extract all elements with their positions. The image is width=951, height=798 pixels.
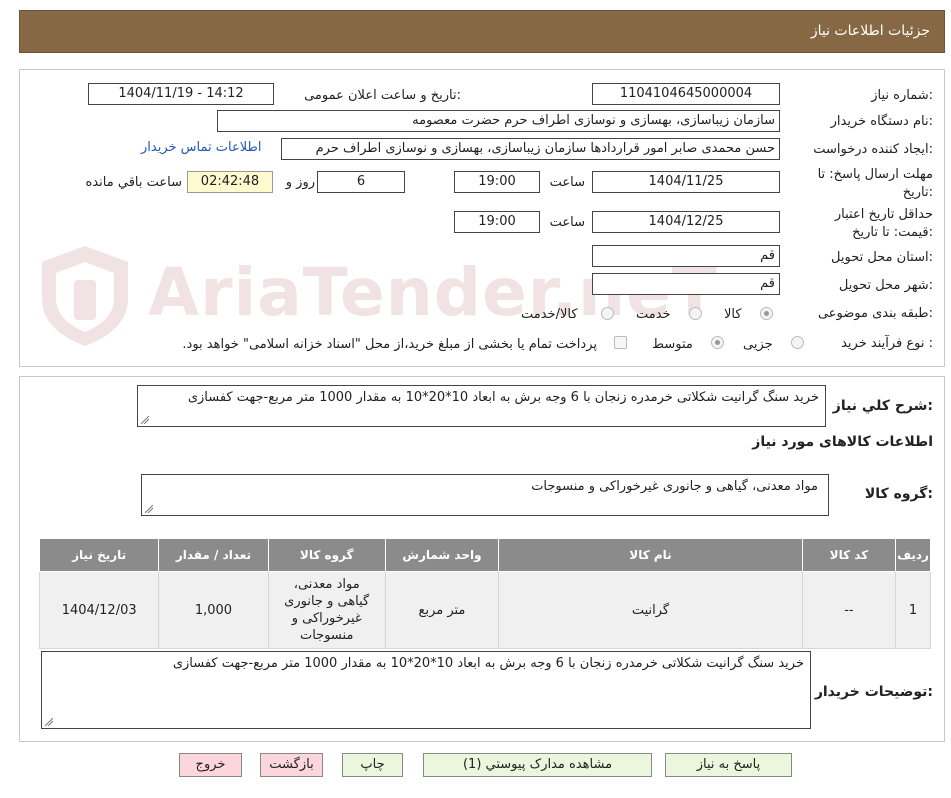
process-option-medium: متوسط (652, 337, 693, 352)
days-field: 6 (317, 171, 405, 193)
deadline-time-field: 19:00 (454, 171, 540, 193)
province-label: استان محل تحویل: (831, 250, 933, 265)
need-number-label: شماره نیاز: (871, 88, 933, 103)
remaining-time-field: 02:42:48 (187, 171, 273, 193)
goods-table: ردیف کد کالا نام کالا واحد شمارش گروه کا… (38, 538, 931, 649)
process-label: نوع فرآیند خرید : (841, 336, 933, 351)
summary-field (838, 384, 850, 388)
city-label: شهر محل تحویل: (838, 278, 933, 293)
col-name: نام کالا (498, 538, 803, 572)
resize-grip-icon[interactable] (145, 505, 153, 513)
validity-time-label: ساعت (549, 215, 585, 230)
table-row: 1 -- گرانیت متر مربع مواد معدنی، گیاهی و… (38, 571, 931, 649)
validity-time-field: 19:00 (454, 211, 540, 233)
remaining-label: ساعت باقي مانده (85, 175, 182, 190)
page-header: جزئیات اطلاعات نیاز (19, 10, 945, 53)
buyer-org-field: سازمان زیباسازی، بهسازی و نوسازی اطراف ح… (217, 110, 780, 132)
deadline-date-field: 1404/11/25 (592, 171, 780, 193)
treasury-note: پرداخت تمام یا بخشی از مبلغ خرید،از محل … (182, 337, 597, 352)
goods-info-title: اطلاعات کالاهای مورد نیاز (752, 434, 933, 450)
deadline-label-line1: مهلت ارسال پاسخ: تا (817, 167, 933, 182)
cell-row: 1 (895, 571, 931, 649)
col-date: تاریخ نیاز (38, 538, 160, 572)
cell-code: -- (801, 571, 897, 649)
deadline-label: مهلت ارسال پاسخ: تا تاریخ: (818, 166, 933, 202)
goods-group-textarea: مواد معدنی، گیاهی و جانوری غیرخوراکی و م… (141, 474, 829, 516)
buyer-contact-link[interactable]: اطلاعات تماس خریدار (141, 140, 261, 155)
process-radio-minor[interactable] (791, 336, 804, 349)
col-row: ردیف (895, 538, 931, 572)
cell-name: گرانیت (498, 571, 803, 649)
days-label: روز و (285, 175, 315, 190)
resize-grip-icon[interactable] (45, 718, 53, 726)
respond-button[interactable]: پاسخ به نیاز (665, 753, 792, 777)
cell-unit: متر مربع (384, 571, 500, 649)
province-field: قم (592, 245, 780, 267)
category-radio-goods-service[interactable] (601, 307, 614, 320)
col-code: کد کالا (801, 538, 897, 572)
cell-qty: 1,000 (158, 571, 269, 649)
resize-grip-icon[interactable] (141, 416, 149, 424)
buyer-notes-text: خرید سنگ گرانیت شکلاتی خرمدره زنجان با 6… (172, 656, 804, 671)
announce-label: تاریخ و ساعت اعلان عمومی: (304, 88, 461, 103)
buyer-org-label: نام دستگاه خریدار: (830, 114, 933, 129)
page-title: جزئیات اطلاعات نیاز (810, 23, 930, 39)
validity-label-line2: قیمت: تا تاریخ: (852, 225, 933, 240)
deadline-time-label: ساعت (549, 175, 585, 190)
requester-field: حسن محمدی صابر امور قراردادها سازمان زیب… (281, 138, 780, 160)
treasury-checkbox[interactable] (614, 336, 627, 349)
validity-date-field: 1404/12/25 (592, 211, 780, 233)
shield-icon (42, 246, 128, 346)
category-radio-goods[interactable] (760, 307, 773, 320)
process-radio-medium[interactable] (711, 336, 724, 349)
print-button[interactable]: چاپ (342, 753, 403, 777)
exit-button[interactable]: خروج (179, 753, 242, 777)
col-unit: واحد شمارش (384, 538, 500, 572)
col-group: گروه کالا (267, 538, 386, 572)
buyer-notes-textarea: خرید سنگ گرانیت شکلاتی خرمدره زنجان با 6… (41, 651, 811, 729)
validity-label-line1: حداقل تاریخ اعتبار (834, 207, 933, 222)
col-qty: تعداد / مقدار (158, 538, 269, 572)
announce-field: 1404/11/19 - 14:12 (88, 83, 274, 105)
category-option-goods: کالا (724, 307, 742, 322)
cell-date: 1404/12/03 (38, 571, 160, 649)
summary-text: خرید سنگ گرانیت شکلاتی خرمدره زنجان با 6… (187, 390, 819, 405)
category-option-service: خدمت (636, 307, 671, 322)
attachments-button[interactable]: مشاهده مدارک پیوستي (1) (423, 753, 652, 777)
category-option-goods-service: کالا/خدمت (521, 307, 578, 322)
goods-group-text: مواد معدنی، گیاهی و جانوری غیرخوراکی و م… (531, 479, 818, 494)
requester-label: ایجاد کننده درخواست: (813, 142, 933, 157)
validity-label: حداقل تاریخ اعتبار قیمت: تا تاریخ: (835, 206, 933, 242)
summary-textarea: خرید سنگ گرانیت شکلاتی خرمدره زنجان با 6… (137, 385, 826, 427)
goods-group-label: گروه کالا: (864, 486, 933, 502)
process-option-minor: جزیی (743, 337, 773, 352)
cell-group: مواد معدنی، گیاهی و جانوری غیرخوراکی و م… (267, 571, 386, 649)
category-radio-service[interactable] (689, 307, 702, 320)
back-button[interactable]: بازگشت (260, 753, 323, 777)
category-label: طبقه بندی موضوعی: (817, 306, 933, 321)
need-number-field: 1104104645000004 (592, 83, 780, 105)
summary-label: شرح کلي نياز: (832, 398, 933, 414)
goods-table-header: ردیف کد کالا نام کالا واحد شمارش گروه کا… (38, 538, 931, 572)
deadline-label-line2: تاریخ: (902, 185, 933, 200)
city-field: قم (592, 273, 780, 295)
buyer-notes-label: توضیحات خریدار: (814, 684, 933, 700)
